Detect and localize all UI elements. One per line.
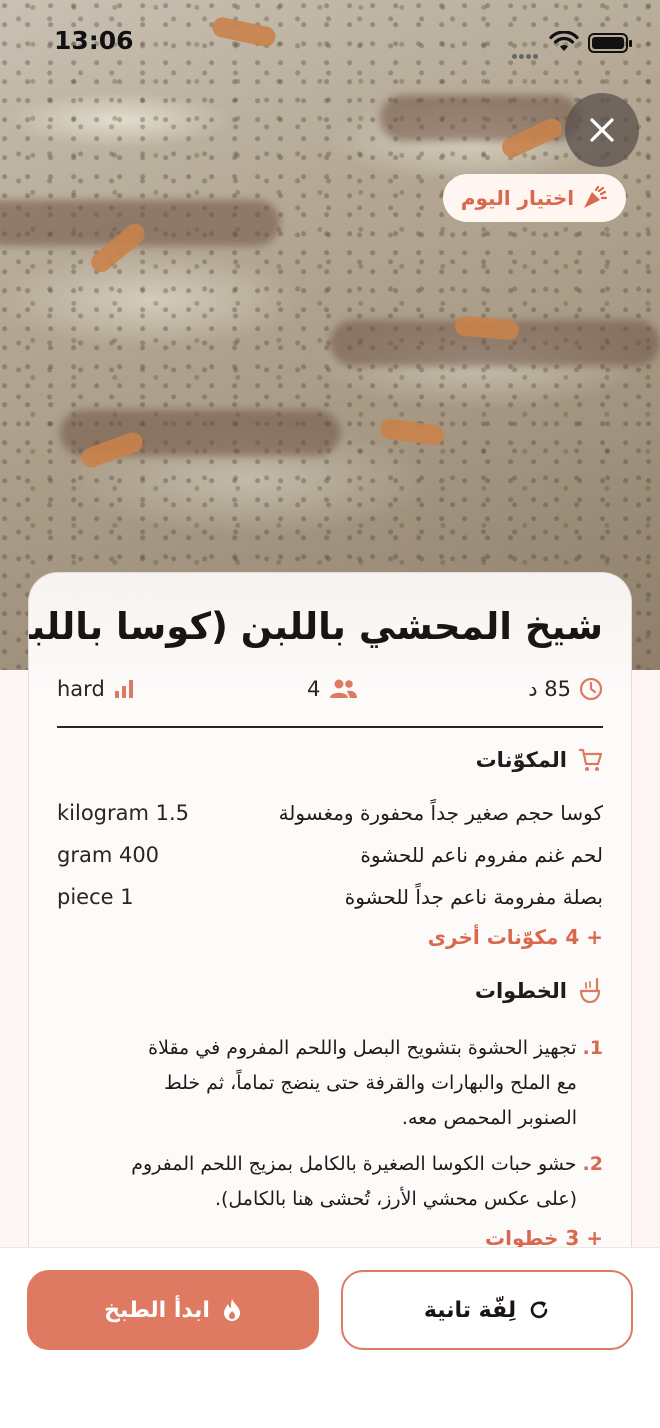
todays-pick-badge: اختيار اليوم <box>443 174 626 222</box>
clock-icon <box>579 677 603 701</box>
more-ingredients-link[interactable]: + 4 مكوّنات أخرى <box>428 925 603 949</box>
todays-pick-label: اختيار اليوم <box>460 186 575 210</box>
step-number: 1. <box>582 1037 603 1059</box>
servings-meta: 4 <box>307 677 358 701</box>
status-time: 13:06 <box>54 26 134 55</box>
spin-again-button[interactable]: لِفّة تانية <box>341 1270 633 1350</box>
step-text: تجهيز الحشوة بتشويح البصل واللحم المفروم… <box>148 1037 577 1059</box>
start-cooking-button[interactable]: ابدأ الطبخ <box>27 1270 319 1350</box>
ingredient-qty: gram 400 <box>57 843 160 867</box>
battery-icon <box>588 33 632 53</box>
difficulty-meta: hard <box>57 677 135 701</box>
ingredients-title: المكوّنات <box>475 748 567 772</box>
ingredient-qty: kilogram 1.5 <box>57 801 190 825</box>
step-number: 2. <box>582 1153 603 1175</box>
recipe-meta: hard 4 85 د <box>57 677 603 711</box>
step-text: مع الملح والبهارات والقرفة حتى ينضج تمام… <box>164 1072 577 1094</box>
difficulty-value: hard <box>57 677 105 701</box>
spin-again-label: لِفّة تانية <box>423 1297 517 1323</box>
sparkle-icon <box>584 186 608 208</box>
step-text: (على عكس محشي الأرز، تُحشى هنا بالكامل). <box>214 1188 577 1210</box>
start-cooking-label: ابدأ الطبخ <box>104 1297 210 1323</box>
status-bar: 13:06 <box>0 0 660 86</box>
step-text: الصنوبر المحمص معه. <box>401 1107 577 1129</box>
ingredient-name: كوسا حجم صغير جداً محفورة ومغسولة <box>278 801 603 825</box>
bottom-action-bar: ابدأ الطبخ لِفّة تانية <box>0 1247 660 1428</box>
people-icon <box>330 679 358 698</box>
ingredient-row: بصلة مفرومة ناعم جداً للحشوة piece 1 <box>57 885 603 915</box>
flame-icon <box>223 1299 240 1321</box>
ingredient-qty: piece 1 <box>57 885 134 909</box>
ingredient-row: كوسا حجم صغير جداً محفورة ومغسولة kilogr… <box>57 801 603 831</box>
signal-bars-icon <box>114 680 133 698</box>
ingredient-name: بصلة مفرومة ناعم جداً للحشوة <box>344 885 603 909</box>
step-item: 1.تجهيز الحشوة بتشويح البصل واللحم المفر… <box>43 1031 603 1136</box>
step-item: 2.حشو حبات الكوسا الصغيرة بالكامل بمزيج … <box>43 1147 603 1217</box>
time-value: 85 د <box>528 677 571 701</box>
refresh-icon <box>530 1301 548 1319</box>
ingredients-heading: المكوّنات <box>476 747 603 773</box>
recipe-photo <box>0 0 660 670</box>
steps-heading: الخطوات <box>475 977 603 1005</box>
time-meta: 85 د <box>528 677 603 701</box>
close-button[interactable] <box>565 93 639 167</box>
divider <box>57 726 603 728</box>
recipe-card: شيخ المحشي باللبن (كوسا باللبن) hard 4 8… <box>28 572 632 1292</box>
close-icon <box>590 118 614 142</box>
steps-title: الخطوات <box>474 979 567 1003</box>
ingredient-row: لحم غنم مفروم ناعم للحشوة gram 400 <box>57 843 603 873</box>
recipe-title: شيخ المحشي باللبن (كوسا باللبن) <box>28 605 603 648</box>
cart-icon <box>579 748 603 771</box>
cellular-signal-icon <box>512 44 542 59</box>
wifi-icon <box>549 31 579 51</box>
ingredient-name: لحم غنم مفروم ناعم للحشوة <box>360 843 603 867</box>
ladle-icon <box>579 977 601 1004</box>
servings-value: 4 <box>307 677 321 701</box>
step-text: حشو حبات الكوسا الصغيرة بالكامل بمزيج ال… <box>131 1153 577 1175</box>
